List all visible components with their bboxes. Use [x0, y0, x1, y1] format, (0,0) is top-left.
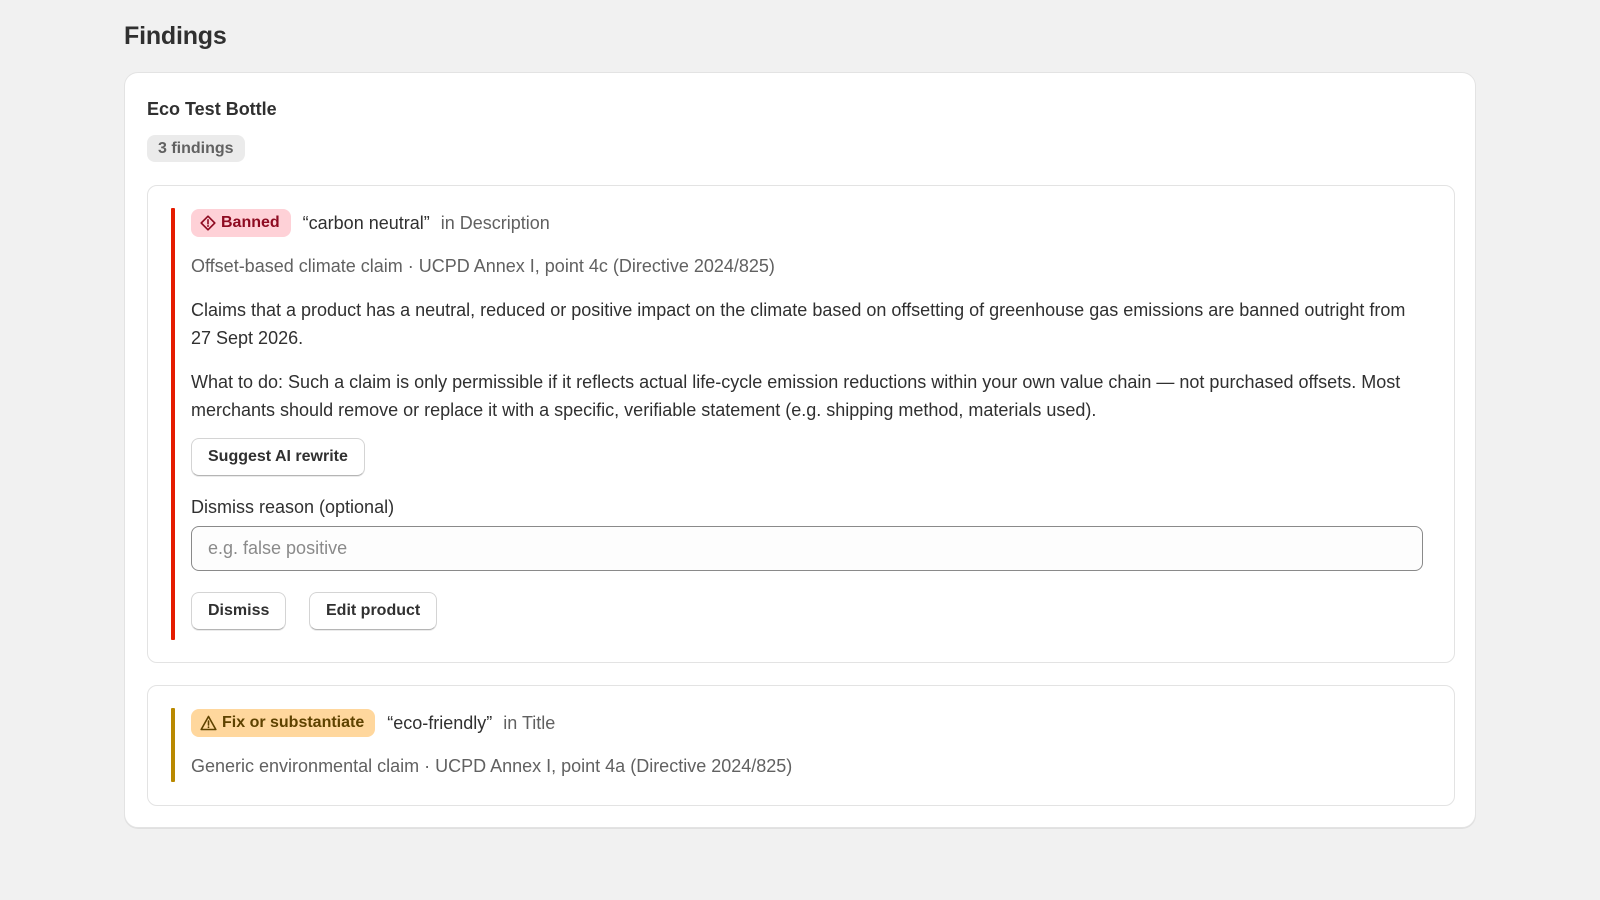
- finding-header: Fix or substantiate “eco-friendly” in Ti…: [191, 709, 555, 737]
- rule-reference: Offset-based climate claim · UCPD Annex …: [191, 256, 775, 276]
- severity-label: Banned: [221, 214, 280, 231]
- warning-triangle-icon: [200, 715, 217, 731]
- finding-guidance: What to do: Such a claim is only permiss…: [191, 372, 1401, 420]
- rule-reference: Generic environmental claim · UCPD Annex…: [191, 756, 793, 776]
- claim-text: “eco-friendly”: [387, 712, 493, 733]
- finding-item: Fix or substantiate “eco-friendly” in Ti…: [147, 685, 1455, 806]
- claim-location: in Description: [440, 212, 550, 233]
- severity-label: Fix or substantiate: [222, 714, 365, 731]
- severity-accent-bar: [171, 708, 175, 782]
- product-title: Eco Test Bottle: [147, 99, 277, 119]
- diamond-alert-icon: [200, 215, 216, 231]
- finding-header: Banned “carbon neutral” in Description: [191, 209, 550, 237]
- severity-badge-banned: Banned: [191, 209, 291, 237]
- finding-item: Banned “carbon neutral” in Description O…: [147, 185, 1455, 663]
- severity-badge-fix: Fix or substantiate: [191, 709, 376, 737]
- severity-accent-bar: [171, 208, 175, 640]
- finding-explanation: Claims that a product has a neutral, red…: [191, 300, 1406, 348]
- dismiss-reason-input[interactable]: [191, 526, 1423, 571]
- findings-count-badge: 3 findings: [147, 135, 245, 162]
- claim-location: in Title: [503, 712, 556, 733]
- suggest-ai-rewrite-button[interactable]: Suggest AI rewrite: [191, 438, 365, 476]
- claim-text: “carbon neutral”: [302, 212, 430, 233]
- dismiss-button[interactable]: Dismiss: [191, 592, 287, 630]
- product-card: Eco Test Bottle 3 findings Banned “carbo…: [124, 72, 1476, 828]
- edit-product-button[interactable]: Edit product: [309, 592, 438, 630]
- dismiss-reason-label: Dismiss reason (optional): [191, 497, 395, 517]
- page-title: Findings: [124, 22, 227, 50]
